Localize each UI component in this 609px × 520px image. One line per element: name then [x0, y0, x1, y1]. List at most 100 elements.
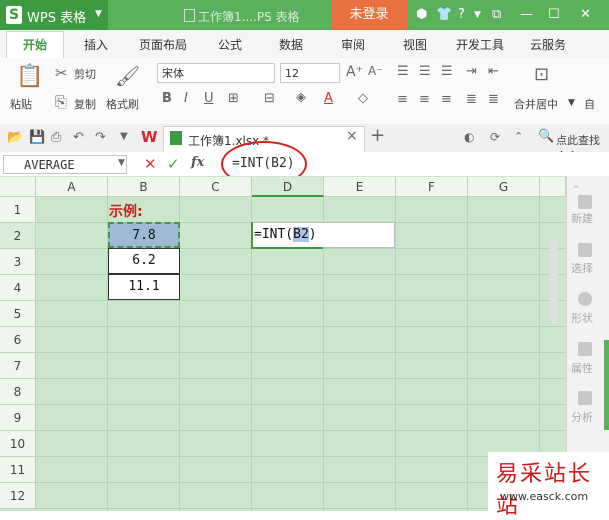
name-box[interactable]: AVERAGE	[3, 155, 127, 174]
tab-insert[interactable]: 插入	[84, 36, 108, 53]
justify-icon[interactable]: ≣	[466, 92, 477, 107]
cell-d2-editing[interactable]: =INT(B2)	[251, 222, 395, 248]
column-header[interactable]: C	[180, 177, 252, 197]
tab-cloud[interactable]: 云服务	[530, 36, 566, 53]
tab-review[interactable]: 审阅	[341, 36, 365, 53]
merge-center-icon[interactable]: ⊡	[534, 64, 549, 85]
confirm-icon[interactable]: ✓	[167, 155, 180, 173]
row-header[interactable]: 3	[0, 249, 36, 275]
align-right-icon[interactable]: ≡	[441, 92, 452, 107]
column-header[interactable]: D	[252, 177, 324, 197]
analysis-icon[interactable]	[578, 391, 592, 405]
maximize-icon[interactable]: ☐	[548, 7, 560, 22]
align-top-icon[interactable]: ☰	[397, 64, 409, 79]
align-middle-icon[interactable]: ☰	[419, 64, 431, 79]
insert-function-button[interactable]: fx	[191, 155, 204, 170]
tab-formula[interactable]: 公式	[218, 36, 242, 53]
font-size-select[interactable]: 12	[280, 63, 340, 83]
row-header[interactable]: 12	[0, 483, 36, 509]
new-icon[interactable]	[578, 195, 592, 209]
cut-label[interactable]: 剪切	[74, 66, 96, 82]
paste-icon[interactable]: 📋	[16, 64, 43, 89]
panel-shape-label[interactable]: 形状	[571, 310, 593, 326]
column-header[interactable]: E	[324, 177, 396, 197]
save-icon[interactable]: 💾	[29, 130, 45, 145]
align-left-icon[interactable]: ≡	[397, 92, 408, 107]
border-icon[interactable]: ⊞	[228, 91, 239, 106]
vertical-scrollbar[interactable]	[550, 240, 558, 324]
undo-icon[interactable]: ↶	[73, 130, 84, 145]
chevron-down-icon[interactable]: ▼	[568, 98, 575, 108]
font-shrink-icon[interactable]: A⁻	[368, 64, 383, 78]
chevron-up-icon[interactable]: ⌃	[514, 130, 523, 143]
row-header[interactable]: 9	[0, 405, 36, 431]
shirt-icon[interactable]: 👕	[436, 7, 452, 22]
open-folder-icon[interactable]: 📂	[7, 130, 23, 145]
select-all-corner[interactable]	[0, 177, 36, 197]
panel-new-label[interactable]: 新建	[571, 210, 593, 226]
row-header[interactable]: 8	[0, 379, 36, 405]
panel-properties-label[interactable]: 属性	[571, 360, 593, 376]
merge-center-label[interactable]: 合并居中	[514, 96, 558, 112]
indent-icon[interactable]: ⇥	[466, 64, 477, 79]
shape-icon[interactable]	[578, 292, 592, 306]
new-tab-icon[interactable]: +	[370, 125, 385, 146]
panel-select-label[interactable]: 选择	[571, 260, 593, 276]
cell-b2-referenced[interactable]: 7.8	[108, 222, 180, 248]
close-tab-icon[interactable]: ×	[346, 128, 358, 144]
login-button[interactable]: 未登录	[331, 0, 407, 30]
redo-icon[interactable]: ↷	[95, 130, 106, 145]
select-icon[interactable]	[578, 243, 592, 257]
fill-color-icon[interactable]: ◈	[296, 90, 306, 105]
row-header[interactable]: 1	[0, 197, 36, 223]
panel-toggle-handle[interactable]	[604, 340, 609, 430]
row-header[interactable]: 11	[0, 457, 36, 483]
cell-b4[interactable]: 11.1	[108, 274, 180, 300]
sync-icon[interactable]: ⟳	[490, 130, 500, 144]
panel-analysis-label[interactable]: 分析	[571, 409, 593, 425]
tab-view[interactable]: 视图	[403, 36, 427, 53]
bold-icon[interactable]: B	[162, 91, 172, 106]
italic-icon[interactable]: I	[184, 91, 188, 106]
chevron-down-icon[interactable]: ▼	[118, 158, 125, 168]
row-header[interactable]: 4	[0, 275, 36, 301]
cell-b1-example-label[interactable]: 示例:	[109, 201, 143, 221]
font-grow-icon[interactable]: A⁺	[346, 64, 363, 80]
font-name-select[interactable]: 宋体	[157, 63, 275, 83]
column-header[interactable]: G	[468, 177, 540, 197]
merge-icon[interactable]: ⊟	[264, 91, 275, 106]
row-header[interactable]: 10	[0, 431, 36, 457]
wps-app-menu[interactable]: S WPS 表格 ▼	[0, 0, 108, 30]
row-header[interactable]: 2	[0, 223, 36, 249]
distribute-icon[interactable]: ≣	[488, 92, 499, 107]
align-bottom-icon[interactable]: ☰	[441, 64, 453, 79]
column-header[interactable]: F	[396, 177, 468, 197]
search-icon[interactable]: 🔍	[538, 129, 554, 144]
row-header[interactable]: 5	[0, 301, 36, 327]
align-center-icon[interactable]: ≡	[419, 92, 430, 107]
outdent-icon[interactable]: ⇤	[488, 64, 499, 79]
print-icon[interactable]: ⎙	[51, 130, 61, 145]
font-color-icon[interactable]: A	[324, 91, 333, 106]
chevron-down-icon[interactable]: ▼	[474, 10, 481, 20]
window-restore-icon[interactable]: ⧉	[492, 7, 501, 22]
row-header[interactable]: 7	[0, 353, 36, 379]
format-painter-icon[interactable]: 🖌	[115, 64, 140, 88]
cancel-icon[interactable]: ✕	[144, 155, 157, 173]
tab-page-layout[interactable]: 页面布局	[139, 36, 187, 53]
help-icon[interactable]: ?	[458, 7, 465, 22]
tab-start[interactable]: 开始	[6, 31, 64, 59]
format-painter-label[interactable]: 格式刷	[106, 96, 139, 112]
cloud-d-icon[interactable]: ◐	[464, 130, 474, 144]
column-header[interactable]: B	[108, 177, 180, 197]
tab-developer[interactable]: 开发工具	[456, 36, 504, 53]
clear-format-icon[interactable]: ◇	[358, 91, 368, 106]
underline-icon[interactable]: U	[204, 91, 214, 106]
cell-b3[interactable]: 6.2	[108, 248, 180, 274]
properties-icon[interactable]	[578, 342, 592, 356]
tab-data[interactable]: 数据	[279, 36, 303, 53]
minimize-icon[interactable]: —	[520, 7, 533, 22]
copy-label[interactable]: 复制	[74, 96, 96, 112]
chevron-down-icon[interactable]: ▼	[120, 131, 128, 142]
row-header[interactable]: 6	[0, 327, 36, 353]
